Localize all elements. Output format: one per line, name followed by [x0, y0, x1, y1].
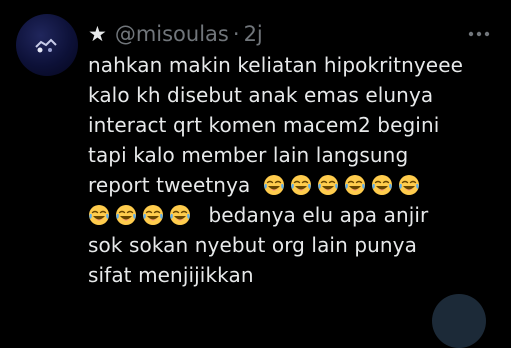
avatar[interactable] — [16, 14, 78, 76]
face-with-tears-of-joy-icon — [116, 205, 136, 225]
face-with-tears-of-joy-icon — [398, 175, 419, 195]
tweet-line: nahkan makin keliatan hipokritnyeee — [88, 53, 464, 77]
user-handle[interactable]: @misoulas — [115, 22, 229, 46]
tweet-line-text: bedanya elu apa anjir — [208, 203, 429, 227]
tweet-header: ★ @misoulas · 2j — [88, 18, 499, 50]
more-icon — [468, 31, 490, 37]
tweet-line: tapi kalo member lain langsung — [88, 143, 409, 167]
tweet-line: kalo kh disebut anak emas elunya — [88, 83, 434, 107]
separator-dot: · — [232, 22, 240, 46]
face-with-tears-of-joy-icon — [290, 175, 311, 195]
face-with-tears-of-joy-icon — [170, 205, 190, 225]
star-icon: ★ — [88, 21, 107, 46]
emoji-row — [88, 203, 196, 227]
floating-action-button[interactable] — [432, 294, 486, 348]
tweet-line: report tweetnya — [88, 170, 498, 200]
tweet-line-text: report tweetnya — [88, 173, 251, 197]
face-with-tears-of-joy-icon — [344, 175, 365, 195]
tweet-line: interact qrt komen macem2 begini — [88, 113, 440, 137]
timestamp[interactable]: 2j — [244, 22, 263, 46]
more-options-button[interactable] — [459, 14, 499, 54]
avatar-figure-icon — [35, 38, 57, 53]
tweet-line: sok sokan nyebut org lain punya — [88, 233, 417, 257]
tweet-text: nahkan makin keliatan hipokritnyeee kalo… — [88, 50, 498, 290]
face-with-tears-of-joy-icon — [371, 175, 392, 195]
face-with-tears-of-joy-icon — [89, 205, 109, 225]
face-with-tears-of-joy-icon — [263, 175, 284, 195]
face-with-tears-of-joy-icon — [317, 175, 338, 195]
tweet-line: bedanya elu apa anjir — [88, 200, 498, 230]
tweet-line: sifat menjijikkan — [88, 263, 254, 287]
emoji-row — [263, 173, 425, 197]
face-with-tears-of-joy-icon — [143, 205, 163, 225]
